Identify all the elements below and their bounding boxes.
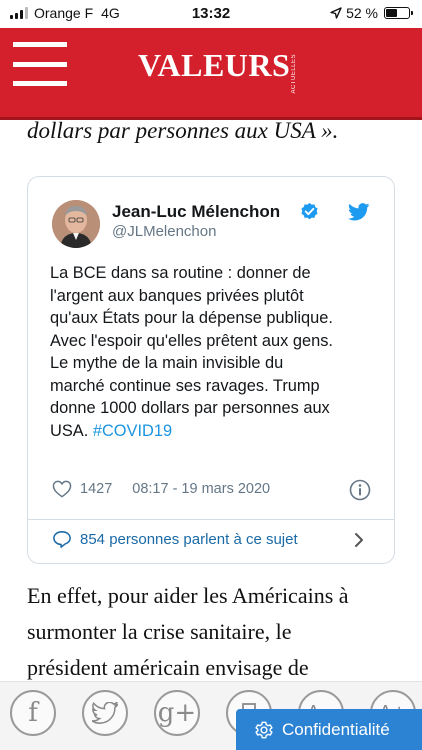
- google-plus-icon: g+: [157, 698, 197, 728]
- privacy-settings-button[interactable]: Confidentialité: [236, 709, 422, 750]
- conversation-link[interactable]: 854 personnes parlent à ce sujet: [52, 530, 298, 548]
- status-right: 52 %: [330, 5, 413, 21]
- tweet-text-line: Le mythe de la main invisible du: [50, 354, 284, 372]
- tweet-text-line: Avec l'espoir qu'elles prêtent aux gens.: [50, 331, 333, 350]
- tweet-text-line: donne 1000 dollars par personnes aux: [50, 399, 330, 417]
- battery-percent: 52 %: [346, 5, 378, 21]
- tweet-text-line: marché continue ses ravages. Trump: [50, 376, 320, 395]
- speech-bubble-icon: [53, 531, 71, 548]
- facebook-share-button[interactable]: f: [10, 690, 56, 736]
- chevron-right-icon[interactable]: [353, 531, 365, 549]
- verified-badge-icon: [301, 202, 318, 220]
- tweet-handle[interactable]: @JLMelenchon: [112, 223, 216, 240]
- twitter-icon[interactable]: [348, 203, 370, 221]
- hamburger-icon[interactable]: [13, 42, 67, 86]
- tweet-author-name[interactable]: Jean-Luc Mélenchon: [112, 202, 280, 222]
- logo-text: VALEURS: [138, 47, 291, 83]
- tweet-text-fragment: USA.: [50, 421, 89, 440]
- article-paragraph: En effet, pour aider les Américains à su…: [27, 578, 407, 686]
- tweet-text-line: qu'aux États pour la dépense publique.: [50, 309, 333, 327]
- facebook-icon: f: [28, 698, 38, 728]
- article-paragraph-end: dollars par personnes aux USA ».: [27, 118, 339, 143]
- logo-subtext: ACTUELLES: [291, 54, 298, 94]
- twitter-icon: [92, 702, 118, 724]
- tweet-timestamp[interactable]: 08:17 - 19 mars 2020: [132, 481, 270, 497]
- embedded-tweet[interactable]: Jean-Luc Mélenchon @JLMelenchon La BCE d…: [27, 176, 395, 564]
- heart-icon[interactable]: [52, 480, 72, 498]
- privacy-settings-label: Confidentialité: [282, 719, 390, 739]
- gear-icon: [255, 721, 273, 738]
- tweet-divider: [28, 519, 394, 520]
- tweet-text-last-line: USA. #COVID19: [50, 420, 380, 443]
- site-header: VALEURS ACTUELLES: [0, 28, 422, 120]
- site-logo[interactable]: VALEURS ACTUELLES: [138, 46, 297, 94]
- location-icon: [330, 7, 342, 19]
- google-plus-share-button[interactable]: g+: [154, 690, 200, 736]
- avatar[interactable]: [52, 200, 100, 248]
- hashtag-link[interactable]: #COVID19: [93, 422, 172, 440]
- battery-icon: [384, 7, 413, 19]
- tweet-text: La BCE dans sa routine : donner de l'arg…: [50, 262, 380, 442]
- info-icon[interactable]: [349, 479, 371, 501]
- article-line: En effet, pour aider les Américains à: [27, 583, 349, 608]
- twitter-share-button[interactable]: [82, 690, 128, 736]
- article-line: surmonter la crise sanitaire, le: [27, 619, 292, 644]
- status-bar: Orange F 4G 13:32 52 %: [0, 0, 422, 28]
- conversation-label: 854 personnes parlent à ce sujet: [80, 530, 298, 548]
- tweet-text-line: l'argent aux banques privées plutôt: [50, 286, 304, 305]
- tweet-text-line: La BCE dans sa routine : donner de: [50, 264, 311, 282]
- like-count[interactable]: 1427: [80, 481, 112, 497]
- tweet-meta: 1427 08:17 - 19 mars 2020: [52, 480, 270, 498]
- battery-fill: [386, 9, 397, 17]
